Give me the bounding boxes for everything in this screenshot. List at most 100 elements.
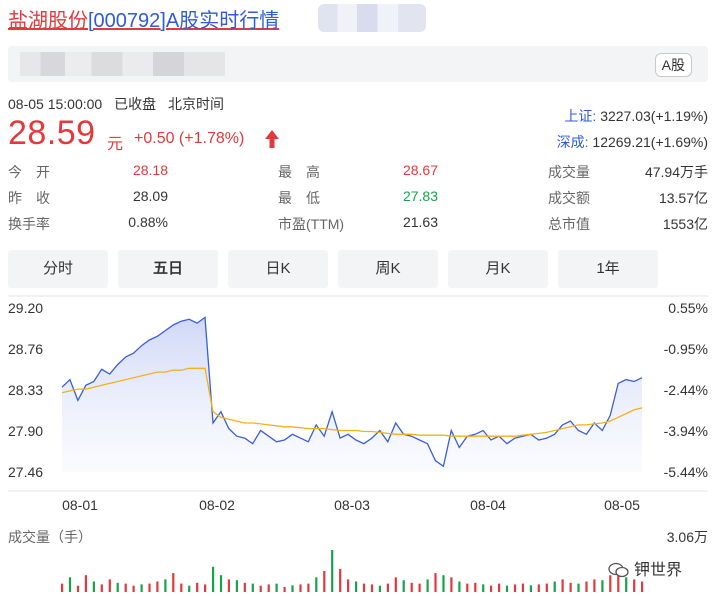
tab-weekly-k[interactable]: 周K — [338, 250, 438, 288]
volume-bar — [275, 583, 278, 592]
tab-intraday[interactable]: 分时 — [8, 250, 108, 288]
volume-bar — [585, 581, 588, 592]
page-title-link[interactable]: 盐湖股份[000792]A股实时行情 — [8, 4, 279, 33]
tab-five-day[interactable]: 五日 — [118, 250, 218, 288]
volume-bar — [116, 582, 119, 592]
x-tick: 08-02 — [199, 497, 235, 513]
volume-bar — [251, 583, 254, 592]
stat-value: 47.94万手 — [644, 164, 708, 180]
stock-info-bar: A股 — [8, 46, 708, 82]
y-tick-left: 28.76 — [8, 341, 43, 357]
stat-label: 最 低 — [278, 190, 320, 206]
volume-bar — [402, 580, 405, 592]
volume-bar — [180, 583, 183, 592]
y-tick-right: -2.44% — [664, 382, 708, 398]
stat-value: 27.83 — [402, 188, 438, 204]
stat-value: 28.67 — [402, 162, 438, 178]
volume-bar — [76, 585, 80, 592]
blurred-region-title — [318, 4, 426, 32]
volume-bar — [347, 579, 350, 592]
volume-bar — [378, 585, 381, 592]
y-tick-left: 27.90 — [8, 423, 43, 439]
volume-bar — [172, 573, 175, 592]
volume-bar — [124, 583, 127, 592]
current-price: 28.59 — [8, 114, 96, 152]
timezone-label: 北京时间 — [167, 96, 224, 112]
stat-value: 0.88% — [128, 214, 168, 230]
title-suffix: A股实时行情 — [165, 10, 280, 32]
index-label: 深成: — [556, 134, 589, 150]
volume-bar — [513, 584, 517, 592]
volume-bar — [426, 579, 429, 592]
volume-bar — [84, 575, 87, 592]
price-change: +0.50 (+1.78%) — [134, 130, 245, 147]
volume-bar — [442, 575, 445, 592]
volume-label: 成交量（手） — [8, 529, 92, 545]
volume-bar — [355, 581, 358, 592]
stat-value: 21.63 — [402, 214, 438, 230]
volume-bar — [204, 584, 207, 592]
volume-bar — [545, 583, 548, 592]
volume-bar — [148, 583, 151, 592]
volume-bar — [386, 583, 389, 592]
stat-value: 1553亿 — [662, 216, 708, 232]
watermark-text: 钾世界 — [634, 562, 683, 579]
volume-bar — [243, 582, 246, 592]
y-tick-right: -3.94% — [664, 423, 708, 439]
volume-bar — [68, 577, 72, 592]
five-day-chart[interactable]: 29.20 28.76 28.33 27.90 27.46 0.55% -0.95% -2.4… — [0, 0, 716, 596]
stat-value: 28.18 — [132, 162, 168, 178]
volume-bar — [490, 585, 493, 592]
volume-bar — [291, 585, 294, 592]
volume-bar — [227, 579, 230, 592]
volume-bar — [100, 584, 103, 592]
volume-bar — [458, 581, 461, 592]
blurred-region-info — [20, 52, 225, 76]
tab-one-year[interactable]: 1年 — [558, 250, 658, 288]
y-tick-right: -0.95% — [664, 341, 708, 357]
index-shenzhen[interactable]: 深成: 12269.21(+1.69%) — [557, 132, 708, 152]
stat-label: 今 开 — [8, 164, 50, 180]
volume-bar — [466, 583, 469, 592]
price-line — [61, 316, 643, 468]
y-tick-left: 28.33 — [8, 382, 43, 398]
volume-bar — [156, 581, 159, 592]
volume-bar — [593, 579, 596, 592]
volume-bar — [362, 583, 366, 592]
quote-datetime: 08-05 15:00:00 — [8, 96, 103, 112]
volume-bar — [219, 575, 223, 592]
stat-label: 昨 收 — [8, 190, 50, 206]
volume-bar — [267, 584, 270, 592]
volume-bar — [505, 585, 509, 592]
volume-bar — [434, 573, 437, 592]
volume-bar — [418, 583, 421, 592]
volume-bar — [108, 579, 111, 592]
status-line: 08-05 15:00:00 已收盘 北京时间 — [8, 94, 232, 114]
volume-bar — [315, 577, 318, 592]
tab-daily-k[interactable]: 日K — [228, 250, 328, 288]
market-state: 已收盘 — [114, 96, 157, 112]
x-tick: 08-03 — [334, 497, 370, 513]
volume-bar — [299, 584, 302, 592]
stock-code: [000792] — [88, 10, 166, 32]
price-area — [62, 317, 642, 472]
volume-bar — [641, 581, 644, 592]
volume-bar — [307, 583, 310, 592]
x-tick: 08-01 — [62, 497, 98, 513]
volume-bar — [370, 584, 374, 592]
volume-bar — [196, 582, 199, 592]
index-shanghai[interactable]: 上证: 3227.03(+1.19%) — [564, 106, 708, 126]
index-label: 上证: — [564, 108, 597, 124]
stat-label: 换手率 — [8, 216, 50, 232]
price-unit: 元 — [107, 136, 124, 153]
volume-bar — [553, 581, 556, 592]
average-line — [61, 367, 643, 437]
volume-bar — [569, 582, 572, 592]
y-tick-left: 29.20 — [8, 300, 43, 316]
arrow-up-icon — [265, 130, 279, 148]
volume-bar — [164, 579, 167, 592]
chart-tabs: 分时 五日 日K 周K 月K 1年 — [8, 250, 708, 288]
stat-label: 总市值 — [548, 216, 590, 232]
tab-monthly-k[interactable]: 月K — [448, 250, 548, 288]
index-value: 3227.03(+1.19%) — [600, 108, 708, 124]
